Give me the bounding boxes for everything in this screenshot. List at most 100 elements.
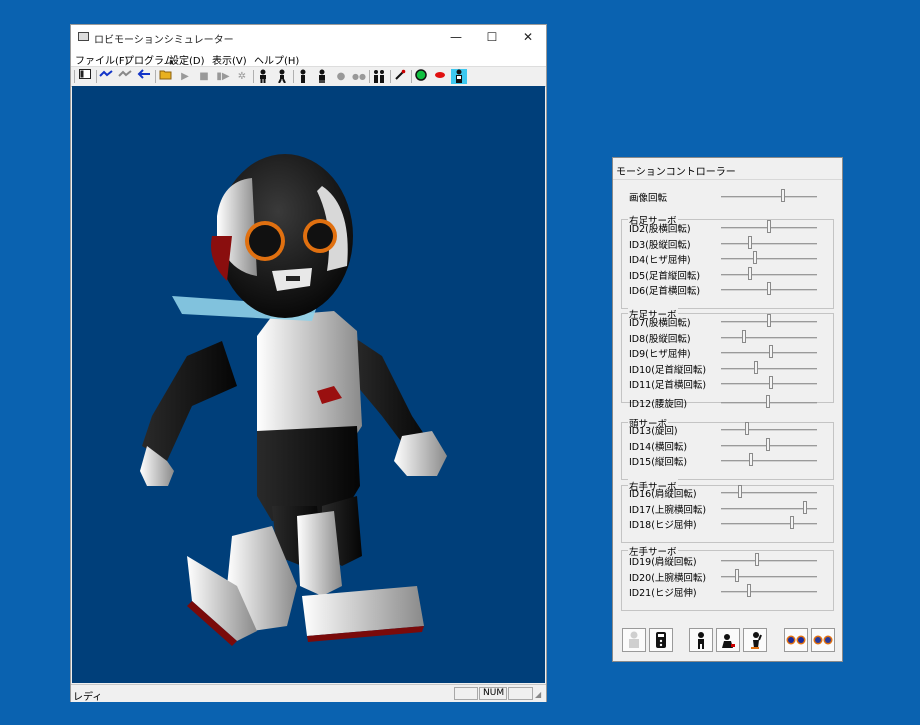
menu-view[interactable]: 表示(V) <box>212 52 247 67</box>
minimize-button[interactable]: — <box>438 25 474 49</box>
title-bar: ロビモーションシミュレーター ✕ — ☐ <box>71 25 546 49</box>
bug-icon[interactable]: ✲ <box>234 69 250 84</box>
robot-bow-button[interactable] <box>716 628 740 652</box>
robot-side-icon[interactable] <box>314 69 330 84</box>
pen-icon[interactable] <box>392 69 408 84</box>
robot-stand-button[interactable] <box>689 628 713 652</box>
slider-thumb[interactable] <box>767 282 771 296</box>
panel-icon[interactable] <box>77 69 93 84</box>
servo-slider: ID10(足首縦回転) <box>613 360 844 376</box>
slider-thumb[interactable] <box>766 395 771 408</box>
servo-slider: ID20(上腕横回転) <box>613 568 844 584</box>
slider-thumb[interactable] <box>746 584 751 598</box>
servo-slider: ID6(足首横回転) <box>613 282 844 298</box>
slider-thumb[interactable] <box>753 360 758 374</box>
servo-slider: ID12(腰旋回) <box>613 395 844 410</box>
slider-label: ID11(足首横回転) <box>629 380 707 392</box>
slider-track[interactable] <box>721 523 817 526</box>
slider-label: ID6(足首横回転) <box>629 286 701 298</box>
slider-thumb[interactable] <box>766 437 771 451</box>
slider-track[interactable] <box>721 273 817 276</box>
open-folder-icon[interactable] <box>158 69 174 84</box>
slider-label: ID17(上腕横回転) <box>629 504 707 516</box>
toolbar-separator <box>155 70 156 83</box>
toolbar-separator <box>253 70 254 83</box>
app-icon <box>78 32 89 41</box>
eyes-alt-button[interactable] <box>811 628 835 652</box>
slider-thumb[interactable] <box>768 345 773 359</box>
menu-settings[interactable]: 設定(D) <box>169 52 205 67</box>
status-pane <box>508 687 533 700</box>
servo-slider: ID17(上腕横回転) <box>613 500 844 516</box>
double-dot-icon[interactable]: ●● <box>351 69 367 84</box>
slider-track[interactable] <box>721 429 817 431</box>
resize-grip-icon[interactable]: ◢ <box>535 690 541 699</box>
slider-thumb[interactable] <box>767 314 771 327</box>
slider-thumb[interactable] <box>742 329 747 343</box>
robot-silhouette-button[interactable] <box>622 628 646 652</box>
wave-icon[interactable] <box>98 69 114 84</box>
remote-control-button[interactable] <box>649 628 673 652</box>
red-oval-icon[interactable] <box>432 69 448 84</box>
simulation-viewport[interactable] <box>72 86 545 683</box>
step-icon[interactable]: ▮▶ <box>215 69 231 84</box>
menu-file[interactable]: ファイル(F) <box>75 52 129 67</box>
close-button[interactable]: ✕ <box>510 25 546 49</box>
slider-thumb[interactable] <box>744 422 749 435</box>
slider-label: ID21(ヒジ屈伸) <box>629 588 697 600</box>
slider-track[interactable] <box>721 367 817 370</box>
robot-stand-icon[interactable] <box>255 69 271 84</box>
slider-label: 画像回転 <box>629 193 668 204</box>
maximize-button[interactable]: ☐ <box>474 25 510 49</box>
slider-thumb[interactable] <box>752 251 757 265</box>
robot-pose-icon[interactable] <box>295 69 311 84</box>
slider-thumb[interactable] <box>747 235 752 249</box>
wave-alt-icon[interactable] <box>117 69 133 84</box>
slider-track[interactable] <box>721 196 817 198</box>
slider-thumb[interactable] <box>803 500 808 514</box>
slider-track[interactable] <box>721 242 817 245</box>
slider-thumb[interactable] <box>748 453 753 467</box>
slider-track[interactable] <box>721 460 817 463</box>
slider-thumb[interactable] <box>738 485 743 498</box>
slider-track[interactable] <box>721 258 817 261</box>
slider-track[interactable] <box>721 492 817 494</box>
robot-model <box>140 154 447 646</box>
status-text: レディ <box>73 692 103 703</box>
slider-thumb[interactable] <box>781 189 786 202</box>
arrow-left-icon[interactable] <box>136 69 152 84</box>
slider-thumb[interactable] <box>790 516 795 530</box>
servo-slider: ID11(足首横回転) <box>613 376 844 392</box>
slider-thumb[interactable] <box>767 220 771 233</box>
slider-track[interactable] <box>721 591 817 594</box>
slider-thumb[interactable] <box>735 568 740 582</box>
slider-track[interactable] <box>721 336 817 339</box>
status-bar: レディ NUM ◢ <box>71 684 546 703</box>
slider-thumb[interactable] <box>768 376 773 390</box>
menu-program[interactable]: プログラム <box>124 52 174 67</box>
robot-pair-icon[interactable] <box>371 69 387 84</box>
robot-arm-button[interactable] <box>743 628 767 652</box>
slider-thumb[interactable] <box>747 266 752 280</box>
play-icon[interactable]: ▶ <box>177 69 193 84</box>
stop-icon[interactable]: ■ <box>196 69 212 84</box>
title-divider <box>613 179 842 180</box>
menu-help[interactable]: ヘルプ(H) <box>254 52 299 67</box>
green-circle-icon[interactable] <box>413 69 429 84</box>
servo-slider: ID8(股縦回転) <box>613 329 844 345</box>
servo-slider: ID4(ヒザ屈伸) <box>613 251 844 267</box>
robot-arm-icon <box>748 631 762 657</box>
slider-thumb[interactable] <box>755 553 760 566</box>
robot-walk-icon[interactable] <box>274 69 290 84</box>
toolbar-grip <box>74 70 75 83</box>
toolbar-separator <box>293 70 294 83</box>
slider-label: ID2(股横回転) <box>629 224 691 235</box>
robot-head-icon[interactable] <box>451 69 467 84</box>
eyes-button[interactable] <box>784 628 808 652</box>
slider-label: ID4(ヒザ屈伸) <box>629 255 691 267</box>
image-rotation-slider: 画像回転 <box>613 189 844 204</box>
servo-slider: ID13(旋回) <box>613 422 844 437</box>
motion-controller-window: モーションコントローラー 画像回転 右足サーボ ID2(股横回転) ID3(股縦回転)… <box>612 157 843 662</box>
slider-track[interactable] <box>721 560 817 562</box>
dot-icon[interactable]: ● <box>333 69 349 84</box>
